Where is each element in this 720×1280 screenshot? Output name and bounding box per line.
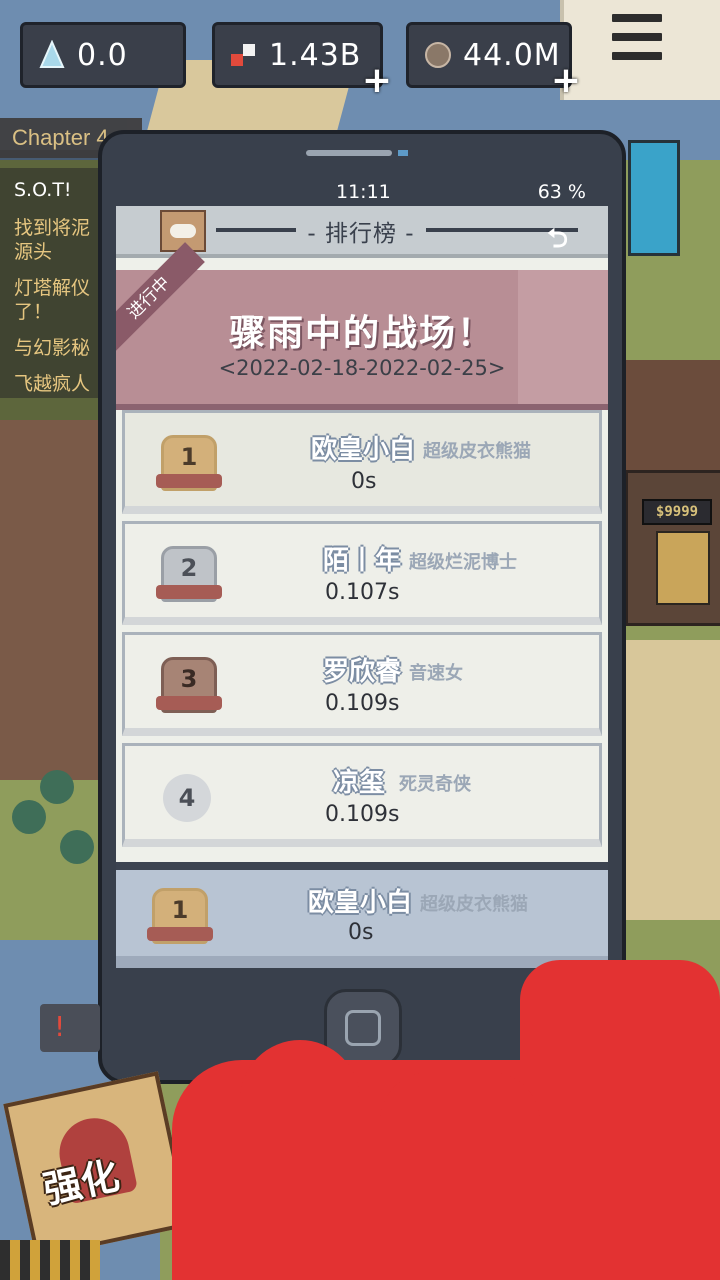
phone-screen: 11:11 63 % - 排行榜 - ⮌ 进行中 骤雨中的战场！ <2022-0…	[116, 178, 608, 968]
status-bar: 11:11 63 %	[116, 178, 608, 206]
warning-button[interactable]: !	[40, 1004, 100, 1052]
back-arrow-icon[interactable]: ⮌	[547, 220, 568, 264]
player-time: 0s	[351, 469, 377, 494]
ore-value: 44.0M	[463, 37, 561, 73]
warning-icon: !	[54, 1010, 66, 1043]
player-title: 死灵奇侠	[399, 774, 471, 795]
player-name: 罗欣睿	[323, 657, 402, 687]
quest-line: 找到将泥	[14, 217, 91, 239]
ore-counter: 44.0M +	[406, 22, 581, 101]
shop-sign: $9999	[642, 499, 712, 525]
leaderboard-list[interactable]: 1 欧皇小白 超级皮衣熊猫 0s 2 陌丨年 超级烂泥博士 0.107s 3 罗…	[122, 410, 602, 854]
leaderboard-row[interactable]: 2 陌丨年 超级烂泥博士 0.107s	[122, 521, 602, 625]
player-time: 0.107s	[325, 580, 400, 605]
event-banner: 进行中 骤雨中的战场！ <2022-02-18-2022-02-25>	[116, 242, 608, 410]
quest-line: 与幻影秘	[14, 337, 91, 359]
phone-camera	[398, 150, 408, 156]
page-title: - 排行榜 -	[296, 214, 426, 248]
player-title: 音速女	[409, 663, 463, 684]
player-name: 欧皇小白	[311, 435, 416, 465]
leaderboard-row[interactable]: 1 欧皇小白 超级皮衣熊猫 0s	[122, 410, 602, 514]
gem-value: 0.0	[77, 37, 128, 73]
player-name: 陌丨年	[323, 546, 402, 576]
leaderboard-row[interactable]: 3 罗欣睿 音速女 0.109s	[122, 632, 602, 736]
upgrade-button[interactable]: 强化	[3, 1071, 191, 1259]
player-time: 0s	[348, 920, 374, 945]
fence-decoration	[0, 1240, 100, 1280]
add-ore-button[interactable]: +	[551, 60, 581, 101]
silver-medal-icon: 2	[156, 546, 222, 602]
player-time: 0.109s	[325, 691, 400, 716]
bronze-medal-icon: 3	[156, 657, 222, 713]
quest-line: 源头	[14, 241, 53, 263]
status-battery: 63 %	[537, 181, 586, 203]
player-name: 凉玺	[333, 768, 386, 798]
money-value: 1.43B	[269, 37, 362, 73]
gem-counter: 0.0	[20, 22, 186, 88]
quest-line: 了！	[14, 301, 53, 323]
upgrade-label: 强化	[39, 1153, 124, 1213]
player-name: 欧皇小白	[308, 888, 413, 918]
crystal-icon	[39, 40, 65, 68]
player-title: 超级皮衣熊猫	[420, 894, 528, 915]
ore-icon	[425, 42, 451, 68]
player-time: 0.109s	[325, 802, 400, 827]
quest-line: S.O.T!	[14, 179, 72, 201]
status-time: 11:11	[336, 181, 391, 203]
leaderboard-row[interactable]: 4 凉玺 死灵奇侠 0.109s	[122, 743, 602, 847]
event-title: 骤雨中的战场！	[228, 313, 495, 354]
quest-line: 灯塔解仪	[14, 277, 91, 299]
rank-number: 4	[163, 774, 211, 822]
shop-building[interactable]: $9999	[625, 470, 720, 626]
money-counter: 1.43B +	[212, 22, 392, 101]
add-money-button[interactable]: +	[362, 60, 392, 101]
gold-medal-icon: 1	[147, 888, 213, 944]
gold-medal-icon: 1	[156, 435, 222, 491]
player-title: 超级皮衣熊猫	[423, 441, 531, 462]
menu-icon[interactable]	[612, 14, 662, 70]
quest-line: 飞越疯人	[14, 373, 91, 395]
phone-speaker	[306, 150, 392, 156]
player-title: 超级烂泥博士	[409, 552, 517, 573]
phone-leaderboard-popup: 11:11 63 % - 排行榜 - ⮌ 进行中 骤雨中的战场！ <2022-0…	[98, 130, 626, 1084]
cash-icon	[231, 44, 255, 66]
my-rank-row[interactable]: 1 欧皇小白 超级皮衣熊猫 0s	[116, 862, 608, 968]
event-dates: <2022-02-18-2022-02-25>	[218, 356, 506, 380]
